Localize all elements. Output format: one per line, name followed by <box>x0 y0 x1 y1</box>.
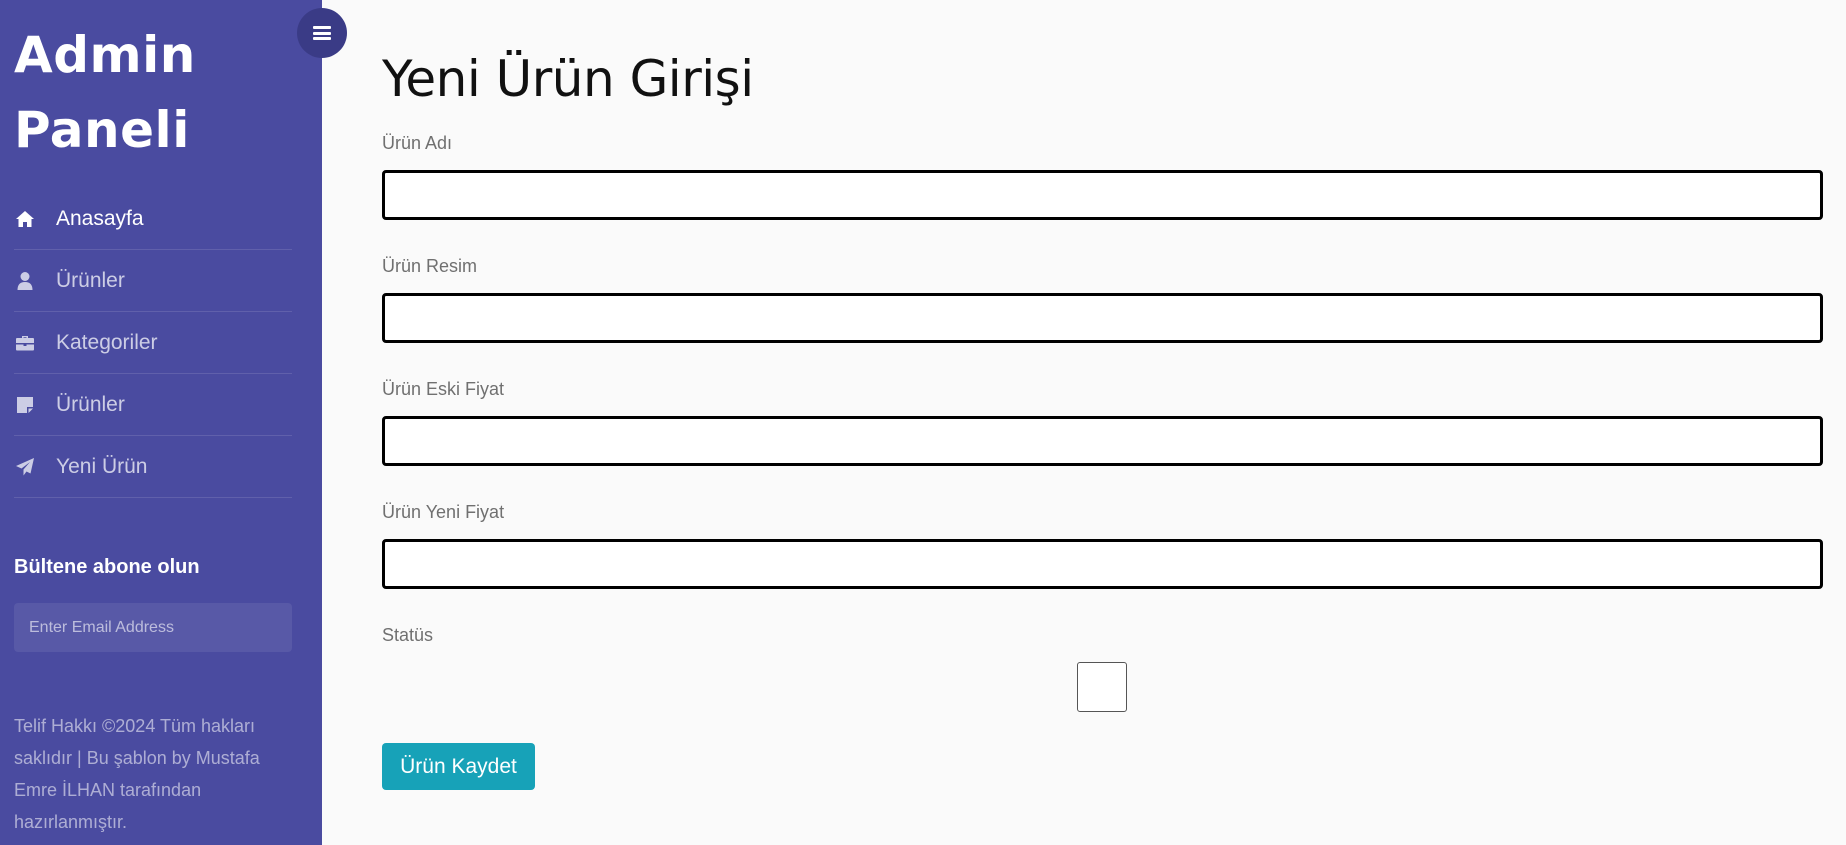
sticky-note-icon <box>14 394 36 416</box>
sidebar: Admin Paneli Anasayfa Ürünler Kategorile… <box>0 0 322 845</box>
sidebar-item-urunler[interactable]: Ürünler <box>14 250 292 312</box>
sidebar-item-label: Ürünler <box>56 392 125 416</box>
briefcase-icon <box>14 332 36 354</box>
newsletter-email-input[interactable] <box>14 603 292 652</box>
status-label: Statüs <box>382 625 434 645</box>
save-product-button[interactable]: Ürün Kaydet <box>382 743 535 790</box>
urun-yeni-fiyat-input[interactable] <box>382 539 1823 589</box>
field-label-urun-eski-fiyat: Ürün Eski Fiyat <box>382 379 505 399</box>
user-icon <box>14 270 36 292</box>
sidebar-item-yeni-urun[interactable]: Yeni Ürün <box>14 436 292 498</box>
logo: Admin Paneli <box>14 18 274 168</box>
sidebar-item-label: Yeni Ürün <box>56 454 148 478</box>
menu-icon <box>313 26 331 40</box>
paper-plane-icon <box>14 456 36 478</box>
field-label-urun-yeni-fiyat: Ürün Yeni Fiyat <box>382 502 505 522</box>
sidebar-item-label: Kategoriler <box>56 330 158 354</box>
status-checkbox[interactable] <box>1077 662 1127 712</box>
home-icon <box>14 208 36 230</box>
sidebar-item-kategoriler[interactable]: Kategoriler <box>14 312 292 374</box>
sidebar-item-label: Anasayfa <box>56 206 144 230</box>
copyright-text: Telif Hakkı ©2024 Tüm hakları saklıdır |… <box>14 716 260 832</box>
sidebar-menu: Anasayfa Ürünler Kategoriler Ürünler Yen… <box>14 188 292 498</box>
field-label-urun-adi: Ürün Adı <box>382 133 453 153</box>
logo-line2: Paneli <box>14 101 190 159</box>
page-title: Yeni Ürün Girişi <box>382 50 754 108</box>
sidebar-item-label: Ürünler <box>56 268 125 292</box>
urun-eski-fiyat-input[interactable] <box>382 416 1823 466</box>
sidebar-item-urunler-2[interactable]: Ürünler <box>14 374 292 436</box>
sidebar-toggle-button[interactable] <box>297 8 347 58</box>
field-label-urun-resim: Ürün Resim <box>382 256 478 276</box>
sidebar-item-anasayfa[interactable]: Anasayfa <box>14 188 292 250</box>
urun-adi-input[interactable] <box>382 170 1823 220</box>
newsletter-title: Bültene abone olun <box>14 556 200 578</box>
logo-line1: Admin <box>14 26 196 84</box>
urun-resim-input[interactable] <box>382 293 1823 343</box>
